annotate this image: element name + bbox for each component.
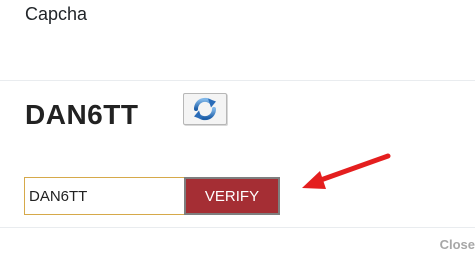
captcha-modal: Capcha DAN6TT VERIFY Clo xyxy=(0,0,475,255)
verify-button[interactable]: VERIFY xyxy=(184,177,280,215)
captcha-input[interactable] xyxy=(24,177,186,215)
red-arrow-icon xyxy=(302,153,391,189)
modal-footer: Close xyxy=(0,227,475,255)
refresh-icon xyxy=(193,97,217,121)
modal-body: DAN6TT VERIFY xyxy=(0,81,475,227)
modal-title: Capcha xyxy=(25,4,88,24)
close-button[interactable]: Close xyxy=(440,237,475,252)
refresh-captcha-button[interactable] xyxy=(183,93,227,125)
modal-header: Capcha xyxy=(0,0,475,81)
captcha-code: DAN6TT xyxy=(25,99,139,130)
